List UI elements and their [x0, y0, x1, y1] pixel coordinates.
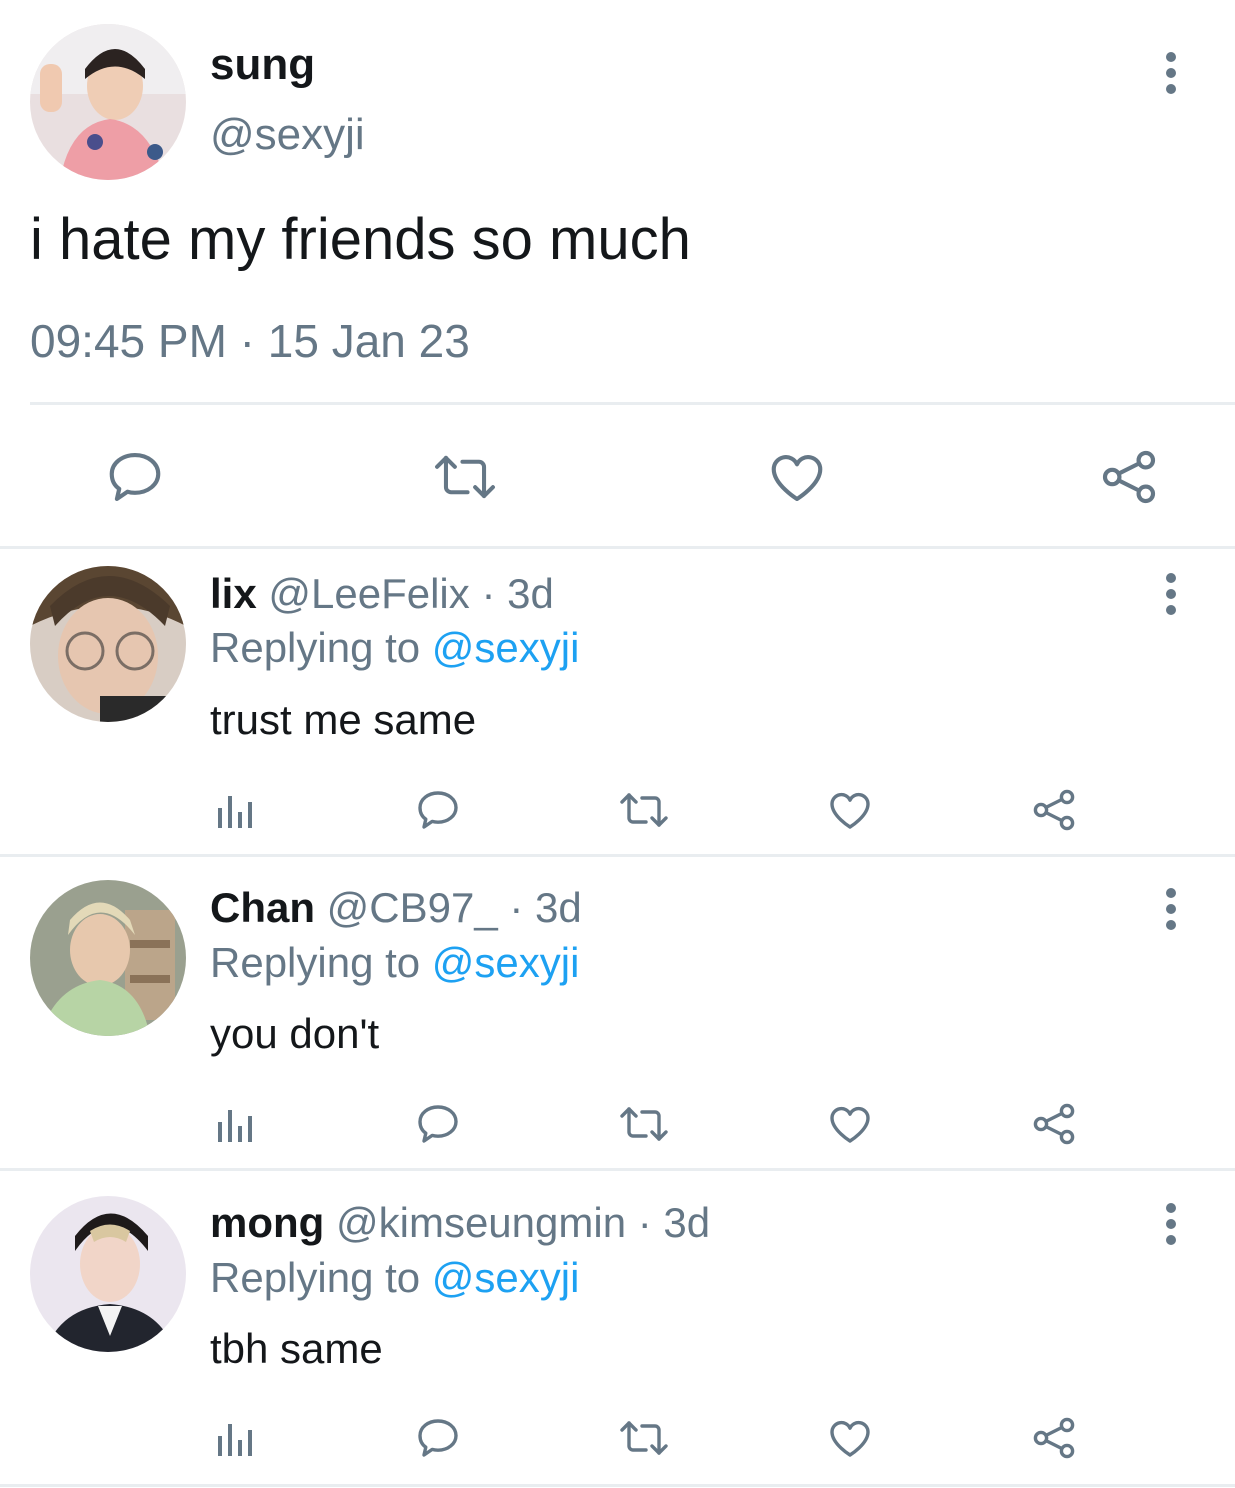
display-name[interactable]: mong	[210, 1199, 324, 1246]
reply-text: tbh same	[210, 1325, 383, 1372]
reply-header: mong @kimseungmin · 3d	[210, 1199, 710, 1247]
reply-header: Chan @CB97_ · 3d	[210, 884, 582, 932]
divider	[0, 1484, 1235, 1487]
handle[interactable]: @CB97_	[327, 884, 498, 931]
like-icon[interactable]	[826, 1100, 874, 1148]
reply-text: you don't	[210, 1010, 380, 1057]
reply-icon[interactable]	[414, 1100, 462, 1148]
share-icon[interactable]	[1098, 446, 1160, 508]
share-icon[interactable]	[1030, 1100, 1078, 1148]
replying-to: Replying to @sexyji	[210, 939, 579, 987]
handle[interactable]: @LeeFelix	[268, 570, 469, 617]
reply-header: lix @LeeFelix · 3d	[210, 570, 554, 618]
replying-to: Replying to @sexyji	[210, 624, 579, 672]
like-icon[interactable]	[826, 786, 874, 834]
replying-to-label: Replying to	[210, 624, 421, 671]
timestamp[interactable]: 09:45 PM · 15 Jan 23	[30, 314, 470, 368]
analytics-icon[interactable]	[214, 1418, 258, 1458]
share-icon[interactable]	[1030, 1414, 1078, 1462]
reply-age: · 3d	[637, 1199, 711, 1246]
reply-icon[interactable]	[104, 446, 166, 508]
avatar-sung[interactable]	[30, 24, 186, 180]
avatar-chan[interactable]	[30, 880, 186, 1036]
divider	[0, 854, 1235, 857]
display-name[interactable]: lix	[210, 570, 257, 617]
reply-icon[interactable]	[414, 1414, 462, 1462]
more-options-icon[interactable]	[1156, 52, 1186, 94]
reply-icon[interactable]	[414, 786, 462, 834]
more-options-icon[interactable]	[1156, 888, 1186, 930]
replying-to-handle[interactable]: @sexyji	[432, 1254, 580, 1301]
more-options-icon[interactable]	[1156, 573, 1186, 615]
divider	[30, 402, 1235, 405]
like-icon[interactable]	[826, 1414, 874, 1462]
more-options-icon[interactable]	[1156, 1203, 1186, 1245]
analytics-icon[interactable]	[214, 790, 258, 830]
replying-to-label: Replying to	[210, 939, 421, 986]
avatar-mong[interactable]	[30, 1196, 186, 1352]
reply-text: trust me same	[210, 696, 477, 743]
divider	[0, 546, 1235, 549]
reply-age: · 3d	[481, 570, 554, 617]
like-icon[interactable]	[766, 446, 828, 508]
handle[interactable]: @sexyji	[210, 110, 365, 160]
retweet-icon[interactable]	[618, 786, 670, 834]
display-name[interactable]: sung	[210, 40, 315, 90]
reply-age: · 3d	[509, 884, 582, 931]
analytics-icon[interactable]	[214, 1104, 258, 1144]
replying-to-label: Replying to	[210, 1254, 421, 1301]
retweet-icon[interactable]	[618, 1100, 670, 1148]
handle[interactable]: @kimseungmin	[336, 1199, 626, 1246]
tweet-text: i hate my friends so much	[30, 207, 691, 272]
share-icon[interactable]	[1030, 786, 1078, 834]
display-name[interactable]: Chan	[210, 884, 315, 931]
replying-to: Replying to @sexyji	[210, 1254, 579, 1302]
divider	[0, 1168, 1235, 1171]
replying-to-handle[interactable]: @sexyji	[432, 939, 580, 986]
retweet-icon[interactable]	[618, 1414, 670, 1462]
avatar-lix[interactable]	[30, 566, 186, 722]
retweet-icon[interactable]	[432, 446, 498, 508]
replying-to-handle[interactable]: @sexyji	[432, 624, 580, 671]
